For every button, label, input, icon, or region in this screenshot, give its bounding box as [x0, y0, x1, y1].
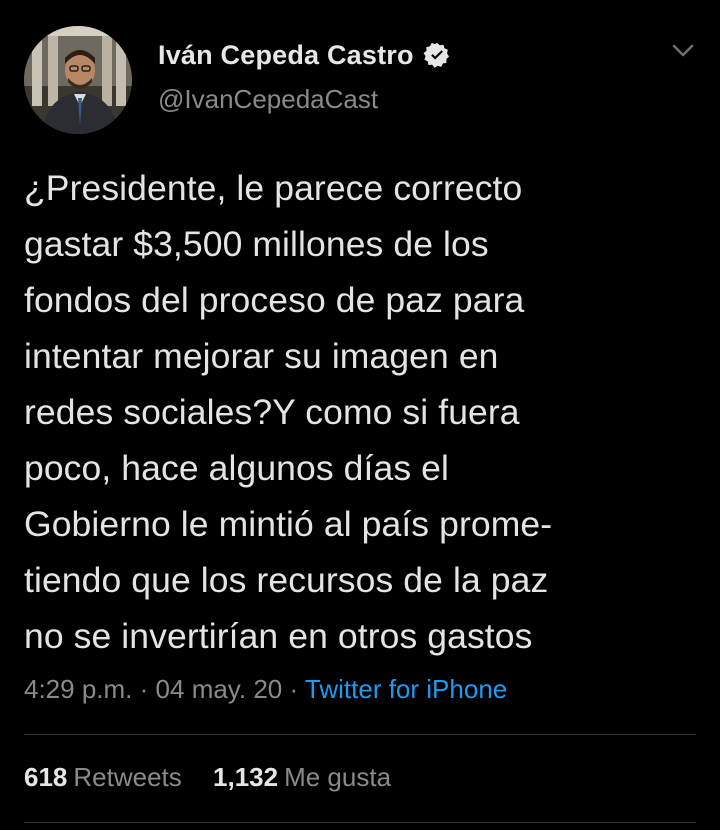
- tweet-source-link[interactable]: Twitter for iPhone: [305, 674, 507, 704]
- verified-badge-icon: [423, 41, 451, 69]
- author-handle[interactable]: @IvanCepedaCast: [158, 84, 378, 115]
- retweets-label: Retweets: [73, 762, 182, 792]
- divider-bottom: [24, 822, 696, 823]
- retweets-stat[interactable]: 618 Retweets: [24, 762, 182, 793]
- tweet-stats: 618 Retweets 1,132 Me gusta: [24, 762, 391, 793]
- meta-separator-2: ·: [289, 674, 299, 704]
- tweet-text: ¿Presidente, le parece correcto gastar $…: [24, 168, 553, 656]
- tweet-header: Iván Cepeda Castro @IvanCepedaCast: [24, 26, 696, 136]
- retweets-count: 618: [24, 762, 68, 792]
- tweet-meta: 4:29 p.m. · 04 may. 20 · Twitter for iPh…: [24, 674, 507, 705]
- tweet-date: 04 may. 20: [155, 674, 283, 704]
- tweet-time: 4:29 p.m.: [24, 674, 133, 704]
- likes-label: Me gusta: [284, 762, 392, 792]
- avatar-image: [24, 26, 132, 134]
- meta-separator: ·: [139, 674, 149, 704]
- avatar[interactable]: [24, 26, 132, 134]
- chevron-down-icon[interactable]: [670, 40, 696, 60]
- likes-count: 1,132: [213, 762, 279, 792]
- author-display-name[interactable]: Iván Cepeda Castro: [158, 40, 414, 71]
- likes-stat[interactable]: 1,132 Me gusta: [213, 762, 391, 793]
- author-name-row: Iván Cepeda Castro: [158, 38, 451, 72]
- divider: [24, 734, 696, 735]
